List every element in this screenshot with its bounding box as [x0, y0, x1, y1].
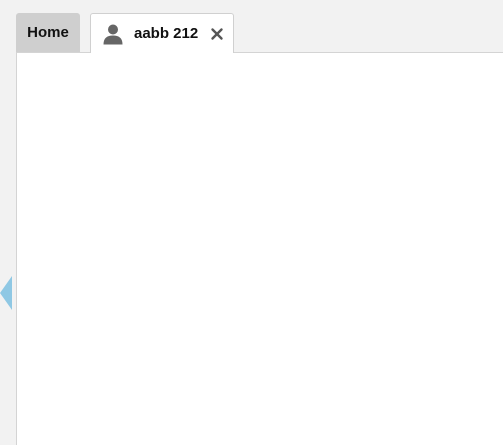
tab-home-label: Home [27, 24, 69, 41]
tab-bar: Home aabb 212 [0, 0, 503, 53]
tab-home[interactable]: Home [16, 13, 80, 52]
tab-content-panel [16, 52, 503, 445]
tab-user-label: aabb 212 [134, 25, 199, 42]
triangle-left-icon[interactable] [0, 276, 12, 310]
app-window: Home aabb 212 [0, 0, 503, 445]
close-icon[interactable] [210, 27, 224, 41]
tab-user[interactable]: aabb 212 [90, 13, 234, 53]
user-icon [102, 23, 124, 45]
